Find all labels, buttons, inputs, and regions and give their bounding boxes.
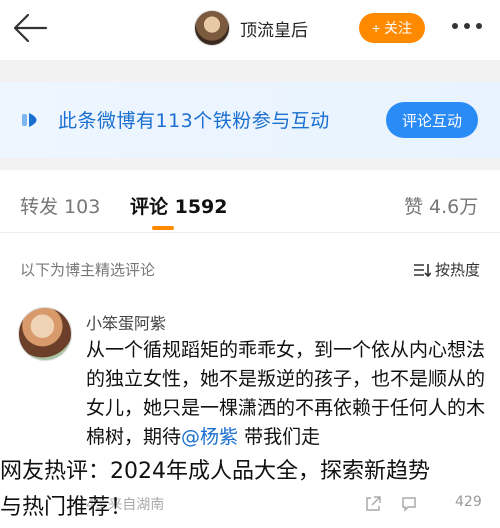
divider [0,158,500,170]
top-bar: 顶流皇后 + 关注 [0,0,500,56]
comment-author[interactable]: 小笨蛋阿紫 [86,310,166,334]
commenter-avatar[interactable] [18,307,72,361]
active-tab-indicator [152,226,174,230]
comment-text-end: 带我们走 [238,426,321,448]
tab-comments[interactable]: 评论 1592 [130,192,228,219]
sort-button[interactable]: 按热度 [413,259,480,280]
fans-icon [22,113,37,127]
sort-icon [414,263,431,277]
like-count[interactable]: 429 [455,494,482,510]
divider [0,60,500,82]
caption-overlay-line2: 与热门推荐！ [0,495,133,520]
section-label: 以下为博主精选评论 [20,261,156,279]
profile-header[interactable]: 顶流皇后 [194,10,308,46]
tab-repost[interactable]: 转发 103 [20,192,100,219]
more-options-icon[interactable] [452,20,486,32]
banner-text: 此条微博有113个铁粉参与互动 [58,110,330,132]
sort-label: 按热度 [435,261,481,279]
comment-body: 从一个循规蹈矩的乖乖女，到一个依从内心想法的独立女性，她不是叛逆的孩子，也不是顺… [86,336,486,452]
comment-icon[interactable] [400,495,418,513]
avatar[interactable] [194,10,230,46]
comment-interact-button[interactable]: 评论互动 [386,102,478,138]
mention-link[interactable]: @杨紫 [181,426,238,448]
profile-name[interactable]: 顶流皇后 [240,16,308,41]
share-icon[interactable] [364,495,382,513]
follow-button[interactable]: + 关注 [359,13,425,43]
tab-bar: 转发 103 评论 1592 赞 4.6万 [0,170,500,233]
tab-likes[interactable]: 赞 4.6万 [404,192,478,219]
caption-overlay-line1: 网友热评：2024年成人品大全，探索新趋势 [0,459,430,484]
back-arrow-icon[interactable] [12,12,48,44]
